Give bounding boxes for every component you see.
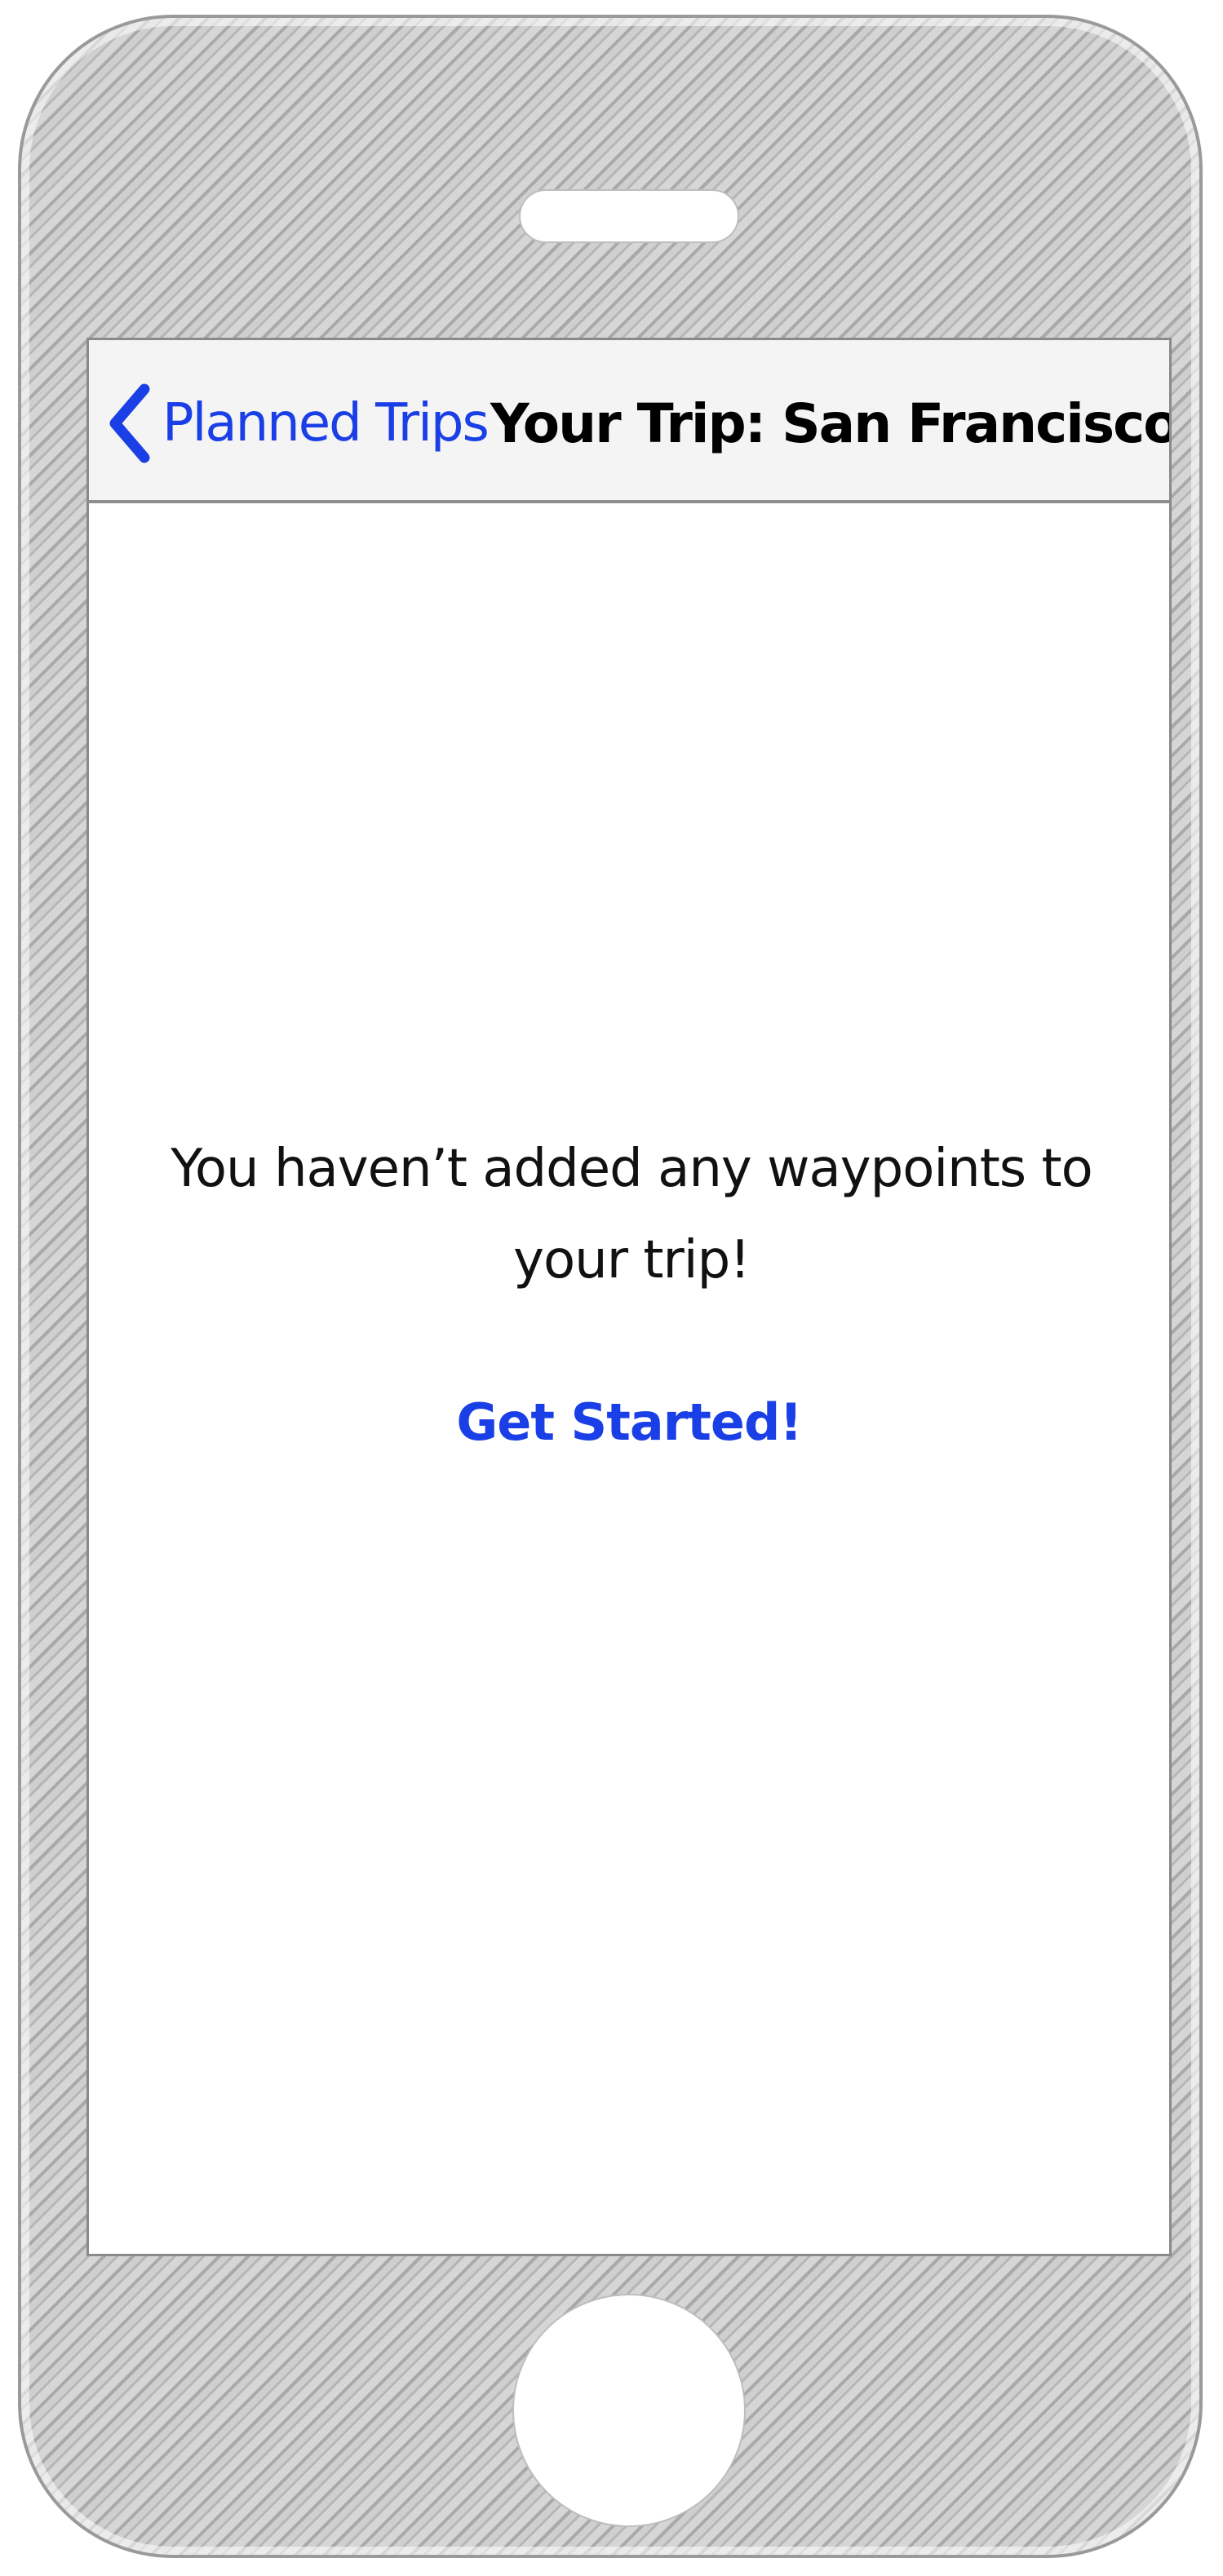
get-started-container: Get Started! <box>89 1392 1169 1452</box>
phone-frame: Planned Trips Your Trip: San Francisco Y… <box>18 15 1203 2558</box>
get-started-button[interactable]: Get Started! <box>456 1392 802 1452</box>
home-button[interactable] <box>512 2294 746 2527</box>
app-screen: Planned Trips Your Trip: San Francisco Y… <box>86 338 1172 2256</box>
chevron-left-icon <box>109 383 150 463</box>
navigation-bar: Planned Trips Your Trip: San Francisco <box>89 340 1169 503</box>
empty-state-message: You haven’t added any waypoints to your … <box>171 1139 1092 1290</box>
back-button-label: Planned Trips <box>162 393 490 454</box>
back-button[interactable]: Planned Trips <box>107 383 490 464</box>
speaker-slot <box>519 189 739 243</box>
page-title: Your Trip: San Francisco <box>490 392 1172 455</box>
